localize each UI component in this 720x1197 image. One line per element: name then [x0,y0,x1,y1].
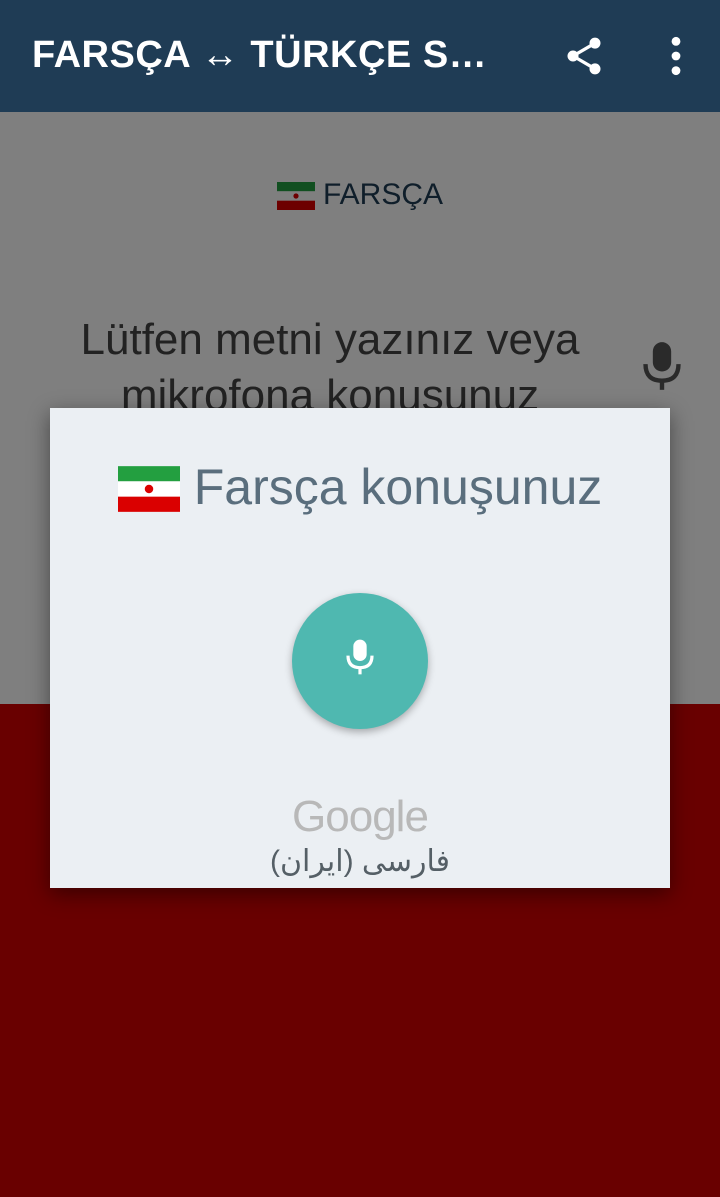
speech-input-dialog: Farsça konuşunuz Google فارسی (ایران) [50,408,670,888]
google-logo: Google [292,792,429,841]
microphone-icon [346,639,374,675]
app-bar: FARSÇA ↔ TÜRKÇE SES… [0,0,720,112]
speech-prompt: Farsça konuşunuz [50,458,670,516]
speak-mic-button[interactable] [292,593,428,729]
iran-flag-icon [117,466,180,512]
speech-prompt-text: Farsça konuşunuz [193,459,603,515]
share-icon[interactable] [562,34,606,78]
speech-locale: فارسی (ایران) [269,845,451,878]
app-title: FARSÇA ↔ TÜRKÇE SES… [32,34,502,76]
more-vert-icon[interactable] [664,34,688,78]
